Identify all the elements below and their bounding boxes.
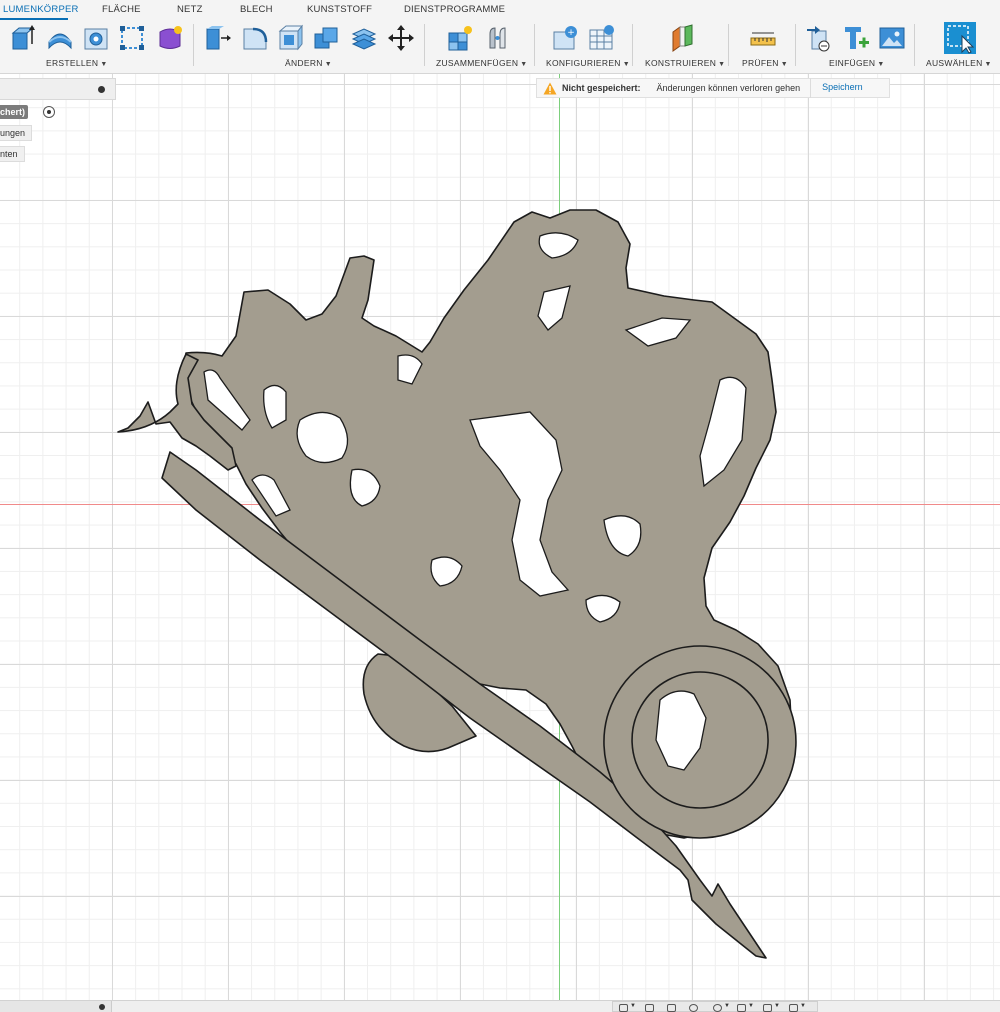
move-icon[interactable] xyxy=(387,24,415,52)
insert-canvas-icon[interactable] xyxy=(878,24,906,52)
toolbar-separator xyxy=(795,24,796,66)
dropdown-caret-icon: ▼ xyxy=(100,61,108,68)
combine-body-icon[interactable] xyxy=(313,24,341,52)
tab-blech[interactable]: BLECH xyxy=(240,4,273,15)
dropdown-caret-icon[interactable]: ▼ xyxy=(774,1003,780,1009)
create-form-icon[interactable] xyxy=(156,24,184,52)
activate-radio-icon[interactable] xyxy=(43,106,55,118)
dropdown-caret-icon: ▼ xyxy=(324,61,332,68)
active-tab-indicator xyxy=(0,18,68,20)
group-konstruieren-label: KONSTRUIEREN xyxy=(645,58,717,68)
toolbar-separator xyxy=(534,24,535,66)
toolbar-separator xyxy=(728,24,729,66)
look-at-icon[interactable] xyxy=(645,1004,654,1012)
toolbar-separator xyxy=(914,24,915,66)
measure-icon[interactable] xyxy=(749,24,777,52)
fit-icon[interactable] xyxy=(713,1004,722,1012)
extrude-icon[interactable] xyxy=(10,24,38,52)
browser-root-node[interactable]: chert) xyxy=(0,105,29,119)
select-icon[interactable] xyxy=(944,22,976,54)
group-konstruieren[interactable]: KONSTRUIEREN ▼ xyxy=(645,58,725,68)
configure-icon[interactable]: + xyxy=(552,24,580,52)
group-pruefen[interactable]: PRÜFEN ▼ xyxy=(742,58,788,68)
tab-dienstprogramme[interactable]: DIENSTPROGRAMME xyxy=(404,4,505,15)
shell-icon[interactable] xyxy=(277,24,305,52)
tab-kunststoff[interactable]: KUNSTSTOFF xyxy=(307,4,372,15)
dropdown-caret-icon: ▼ xyxy=(520,61,528,68)
hole-icon[interactable] xyxy=(82,24,110,52)
dropdown-caret-icon: ▼ xyxy=(984,61,992,68)
viewports-icon[interactable] xyxy=(789,1004,798,1012)
zoom-icon[interactable] xyxy=(689,1004,698,1012)
tab-flaeche[interactable]: FLÄCHE xyxy=(102,4,141,15)
svg-text:+: + xyxy=(567,28,575,38)
browser-item-settings[interactable]: ungen xyxy=(0,125,33,141)
pan-icon[interactable] xyxy=(667,1004,676,1012)
joint-icon[interactable] xyxy=(484,24,512,52)
scale-layers-icon[interactable] xyxy=(350,24,378,52)
new-component-icon[interactable] xyxy=(446,24,474,52)
group-konfigurieren-label: KONFIGURIEREN xyxy=(546,58,621,68)
panel-toggle-icon[interactable] xyxy=(99,1004,105,1010)
ribbon-toolbar: LUMENKÖRPER FLÄCHE NETZ BLECH KUNSTSTOFF… xyxy=(0,0,1000,74)
dropdown-caret-icon: ▼ xyxy=(877,61,885,68)
dropdown-caret-icon: ▼ xyxy=(718,61,726,68)
toolbar-separator xyxy=(193,24,194,66)
dropdown-caret-icon: ▼ xyxy=(622,61,630,68)
configuration-table-icon[interactable] xyxy=(588,24,616,52)
tab-netz[interactable]: NETZ xyxy=(177,4,203,15)
revolve-icon[interactable] xyxy=(46,24,74,52)
group-pruefen-label: PRÜFEN xyxy=(742,58,779,68)
pattern-icon[interactable] xyxy=(118,24,146,52)
insert-text-icon[interactable] xyxy=(842,24,870,52)
toolbar-separator xyxy=(424,24,425,66)
dropdown-caret-icon[interactable]: ▼ xyxy=(630,1003,636,1009)
group-erstellen[interactable]: ERSTELLEN ▼ xyxy=(46,58,108,68)
group-konfigurieren[interactable]: KONFIGURIEREN ▼ xyxy=(546,58,630,68)
warning-message: Änderungen können verloren gehen xyxy=(656,83,801,93)
fillet-icon[interactable] xyxy=(241,24,269,52)
dropdown-caret-icon: ▼ xyxy=(780,61,788,68)
navigation-bar: ▼ ▼ ▼ ▼ ▼ xyxy=(612,1001,818,1012)
offset-plane-icon[interactable] xyxy=(668,24,696,52)
x-axis-line xyxy=(0,504,1000,505)
dropdown-caret-icon[interactable]: ▼ xyxy=(724,1003,730,1009)
tab-volumenkoerper[interactable]: LUMENKÖRPER xyxy=(3,4,79,15)
group-aendern-label: ÄNDERN xyxy=(285,58,323,68)
group-zusammenfuegen[interactable]: ZUSAMMENFÜGEN ▼ xyxy=(436,58,528,68)
group-auswaehlen-label: AUSWÄHLEN xyxy=(926,58,983,68)
display-settings-icon[interactable] xyxy=(737,1004,746,1012)
group-auswaehlen[interactable]: AUSWÄHLEN ▼ xyxy=(926,58,992,68)
warning-triangle-icon xyxy=(543,82,557,94)
warning-title: Nicht gespeichert: xyxy=(562,83,641,93)
y-axis-line xyxy=(559,74,560,1000)
insert-derive-icon[interactable] xyxy=(806,24,834,52)
orbit-icon[interactable] xyxy=(619,1004,628,1012)
browser-item-components[interactable]: nten xyxy=(0,146,25,162)
grid-settings-icon[interactable] xyxy=(763,1004,772,1012)
toolbar-separator xyxy=(632,24,633,66)
group-zusammenfuegen-label: ZUSAMMENFÜGEN xyxy=(436,58,519,68)
group-einfuegen-label: EINFÜGEN xyxy=(829,58,876,68)
browser-panel-header[interactable] xyxy=(0,78,116,100)
group-einfuegen[interactable]: EINFÜGEN ▼ xyxy=(829,58,885,68)
dropdown-caret-icon[interactable]: ▼ xyxy=(800,1003,806,1009)
press-pull-icon[interactable] xyxy=(204,24,232,52)
group-aendern[interactable]: ÄNDERN ▼ xyxy=(285,58,332,68)
comments-panel-tab[interactable] xyxy=(0,1001,112,1012)
tab-bar: LUMENKÖRPER FLÄCHE NETZ BLECH KUNSTSTOFF… xyxy=(0,0,1000,20)
dropdown-caret-icon[interactable]: ▼ xyxy=(748,1003,754,1009)
bottom-status-bar xyxy=(0,1000,1000,1012)
design-canvas[interactable] xyxy=(0,74,1000,1000)
panel-minimize-icon[interactable] xyxy=(98,86,105,93)
unsaved-warning-bar: Nicht gespeichert: Änderungen können ver… xyxy=(536,78,890,98)
group-erstellen-label: ERSTELLEN xyxy=(46,58,99,68)
save-link[interactable]: Speichern xyxy=(810,78,863,98)
